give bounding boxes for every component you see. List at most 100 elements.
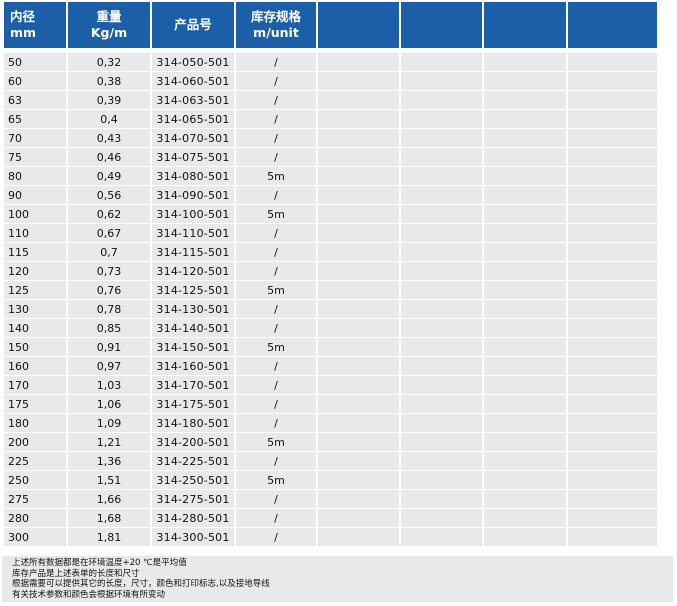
table-cell: 0,4 <box>68 110 150 129</box>
table-cell <box>401 129 482 148</box>
table-row: 175 1,06 314-175-501/ <box>4 395 657 414</box>
table-cell <box>568 319 657 338</box>
table-cell: 314-070-501 <box>152 129 234 148</box>
column-header-line1: 产品号 <box>174 17 212 32</box>
footnotes: 上述所有数据都是在环境温度+20 ℃是平均值 库存产品是上述表单的长度和尺寸 根据需… <box>2 556 673 602</box>
table-cell: 314-065-501 <box>152 110 234 129</box>
table-cell <box>484 148 566 167</box>
table-cell: 130 <box>4 300 66 319</box>
column-header-7 <box>568 2 657 53</box>
table-cell: / <box>236 452 316 471</box>
table-cell: 5m <box>236 281 316 300</box>
table-cell: 65 <box>4 110 66 129</box>
table-cell <box>484 300 566 319</box>
table-row: 75 0,46 314-075-501/ <box>4 148 657 167</box>
table-row: 65 0,4 314-065-501/ <box>4 110 657 129</box>
table-cell: / <box>236 528 316 547</box>
table-row: 100 0,62 314-100-501 5m <box>4 205 657 224</box>
table-cell: 0,78 <box>68 300 150 319</box>
table-cell: 314-300-501 <box>152 528 234 547</box>
table-cell: 1,06 <box>68 395 150 414</box>
table-cell <box>568 471 657 490</box>
table-cell: 120 <box>4 262 66 281</box>
table-cell <box>484 91 566 110</box>
table-cell: 314-280-501 <box>152 509 234 528</box>
table-cell: 314-150-501 <box>152 338 234 357</box>
table-cell <box>318 262 399 281</box>
table-cell <box>484 72 566 91</box>
table-cell <box>401 490 482 509</box>
table-cell: 0,56 <box>68 186 150 205</box>
table-cell <box>484 509 566 528</box>
table-cell: 314-140-501 <box>152 319 234 338</box>
table-cell: 314-225-501 <box>152 452 234 471</box>
table-cell: 175 <box>4 395 66 414</box>
table-cell <box>401 167 482 186</box>
table-row: 280 1,68 314-280-501/ <box>4 509 657 528</box>
table-cell <box>401 72 482 91</box>
table-cell <box>568 53 657 72</box>
table-cell <box>484 243 566 262</box>
table-cell <box>484 53 566 72</box>
table-cell <box>318 395 399 414</box>
table-cell: / <box>236 91 316 110</box>
table-cell: / <box>236 129 316 148</box>
table-cell <box>401 262 482 281</box>
table-cell: / <box>236 300 316 319</box>
table-cell <box>568 452 657 471</box>
table-cell: 5m <box>236 471 316 490</box>
table-cell <box>484 357 566 376</box>
table-cell: 180 <box>4 414 66 433</box>
table-cell: 314-115-501 <box>152 243 234 262</box>
table-cell <box>484 490 566 509</box>
table-cell: 314-110-501 <box>152 224 234 243</box>
table-cell: / <box>236 224 316 243</box>
table-cell <box>484 338 566 357</box>
footnote-line: 有关技术参数和颜色会根据环境有所变动 <box>12 589 166 600</box>
table-cell <box>318 148 399 167</box>
table-cell: 314-060-501 <box>152 72 234 91</box>
column-header-1: 重量 Kg/m <box>68 2 150 53</box>
table-cell <box>318 72 399 91</box>
table-cell: 280 <box>4 509 66 528</box>
table-cell: 314-050-501 <box>152 53 234 72</box>
table-row: 110 0,67 314-110-501/ <box>4 224 657 243</box>
table-cell <box>318 528 399 547</box>
spec-table: 内径 mm 重量 Kg/m 产品号 库存规格 m/unit 50 0,32 314-050-50… <box>2 2 659 547</box>
table-cell <box>318 376 399 395</box>
table-cell: 314-120-501 <box>152 262 234 281</box>
table-cell <box>568 129 657 148</box>
table-cell <box>401 148 482 167</box>
column-header-line2: mm <box>10 25 37 40</box>
table-cell <box>568 110 657 129</box>
table-cell: 5m <box>236 338 316 357</box>
table-row: 60 0,38 314-060-501/ <box>4 72 657 91</box>
table-cell: / <box>236 395 316 414</box>
table-cell: / <box>236 357 316 376</box>
table-row: 140 0,85 314-140-501/ <box>4 319 657 338</box>
column-header-line1: 库存规格 <box>250 9 301 24</box>
table-cell: 0,62 <box>68 205 150 224</box>
table-row: 120 0,73 314-120-501/ <box>4 262 657 281</box>
table-cell <box>401 414 482 433</box>
table-body: 50 0,32 314-050-501/60 0,38 314-060-501/63 0,… <box>4 53 657 547</box>
table-cell: 0,7 <box>68 243 150 262</box>
column-header-0: 内径 mm <box>4 2 66 53</box>
table-row: 250 1,51 314-250-501 5m <box>4 471 657 490</box>
table-cell: 314-090-501 <box>152 186 234 205</box>
table-cell <box>568 167 657 186</box>
column-header-line2: Kg/m <box>90 25 128 40</box>
table-row: 90 0,56 314-090-501/ <box>4 186 657 205</box>
table-cell <box>318 281 399 300</box>
table-cell: 5m <box>236 205 316 224</box>
table-cell <box>318 186 399 205</box>
table-cell: 0,97 <box>68 357 150 376</box>
table-cell <box>568 91 657 110</box>
table-cell: / <box>236 53 316 72</box>
table-cell: 314-075-501 <box>152 148 234 167</box>
table-cell <box>318 205 399 224</box>
table-cell <box>401 205 482 224</box>
table-cell <box>401 509 482 528</box>
table-cell <box>484 433 566 452</box>
table-cell <box>401 281 482 300</box>
